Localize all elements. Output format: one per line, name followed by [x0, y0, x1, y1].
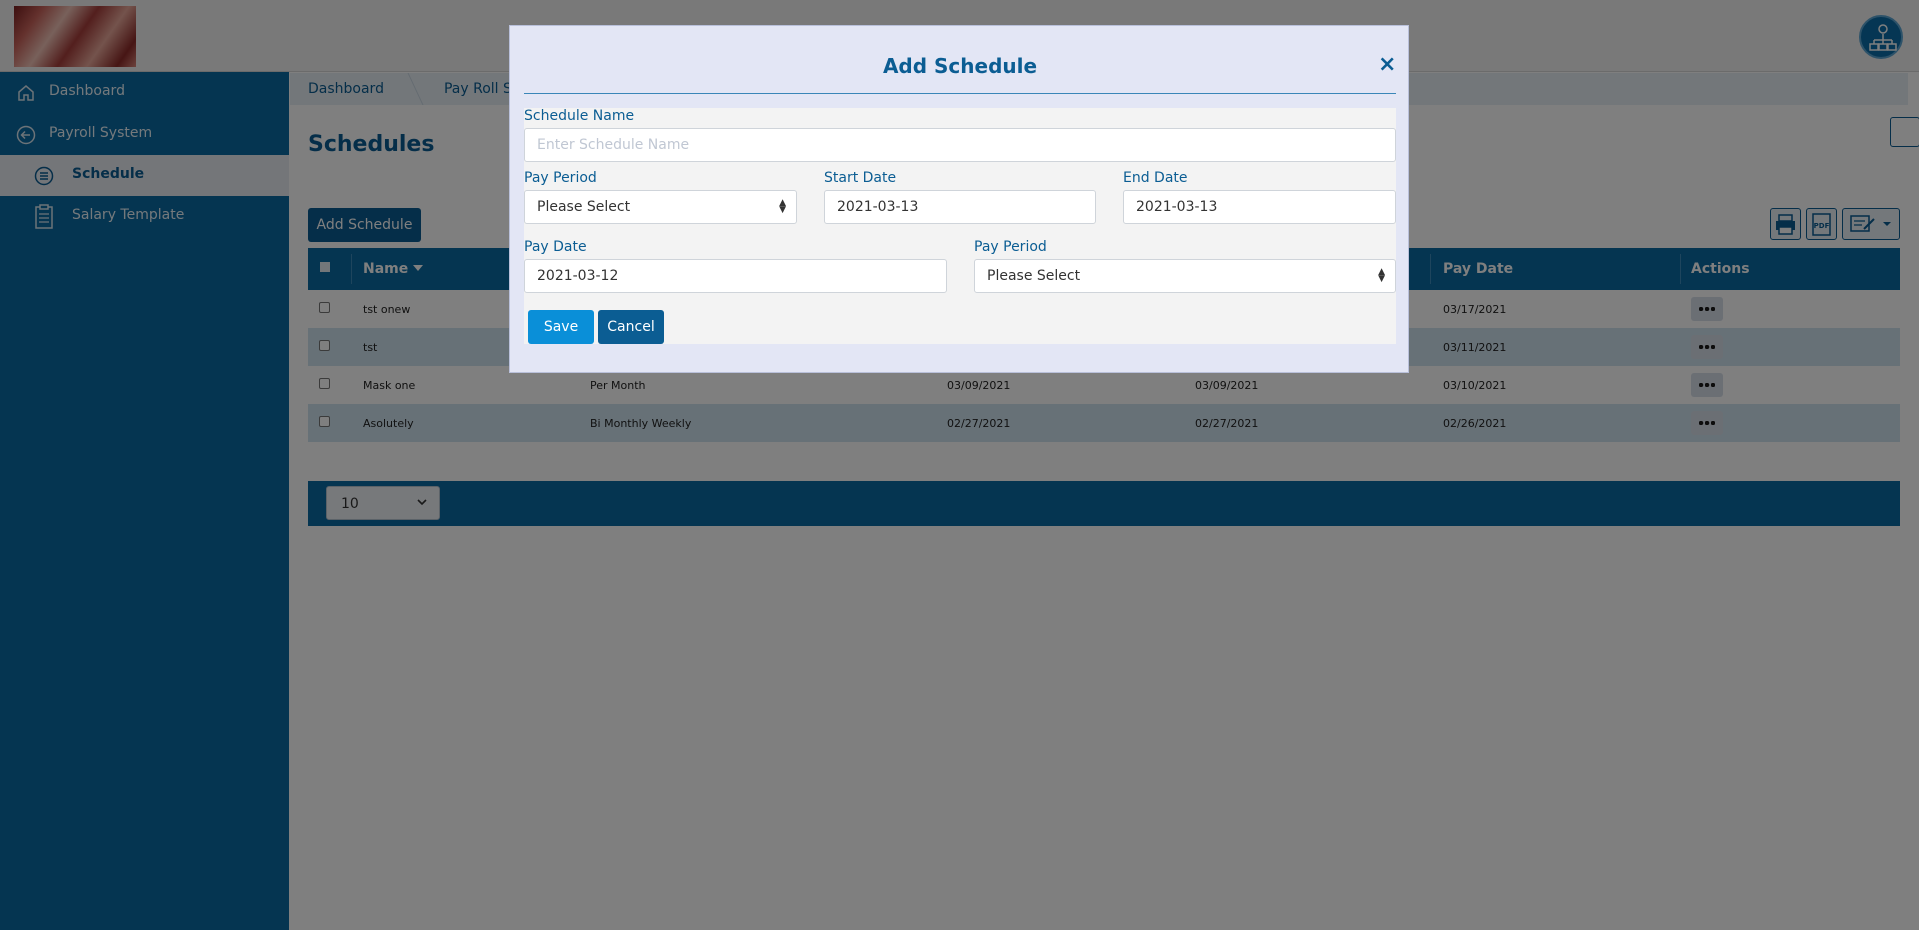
save-button[interactable]: Save [528, 310, 594, 344]
add-schedule-modal: Add Schedule × Schedule Name Enter Sched… [509, 25, 1409, 373]
modal-form: Schedule Name Enter Schedule Name Pay Pe… [524, 108, 1396, 344]
select-arrows-icon: ▲ ▼ [779, 198, 786, 215]
pay-period-2-label: Pay Period [974, 239, 1047, 255]
pay-date-label: Pay Date [524, 239, 587, 255]
schedule-name-label: Schedule Name [524, 108, 635, 124]
pay-period-value: Please Select [537, 199, 631, 215]
modal-title: Add Schedule [882, 54, 1038, 78]
start-date-input[interactable]: 2021-03-13 [824, 190, 1096, 224]
start-date-label: Start Date [824, 170, 897, 186]
cancel-button[interactable]: Cancel [598, 310, 664, 344]
close-icon[interactable]: × [1378, 52, 1396, 77]
end-date-label: End Date [1123, 170, 1188, 186]
pay-period-2-select[interactable]: Please Select ▲ ▼ [974, 259, 1396, 293]
pay-date-input[interactable]: 2021-03-12 [524, 259, 947, 293]
divider [524, 93, 1396, 94]
pay-period-2-value: Please Select [987, 268, 1081, 284]
pay-period-label: Pay Period [524, 170, 597, 186]
pay-period-select[interactable]: Please Select ▲ ▼ [524, 190, 797, 224]
select-arrows-icon: ▲ ▼ [1378, 267, 1385, 284]
end-date-input[interactable]: 2021-03-13 [1123, 190, 1396, 224]
schedule-name-input[interactable]: Enter Schedule Name [524, 128, 1396, 162]
